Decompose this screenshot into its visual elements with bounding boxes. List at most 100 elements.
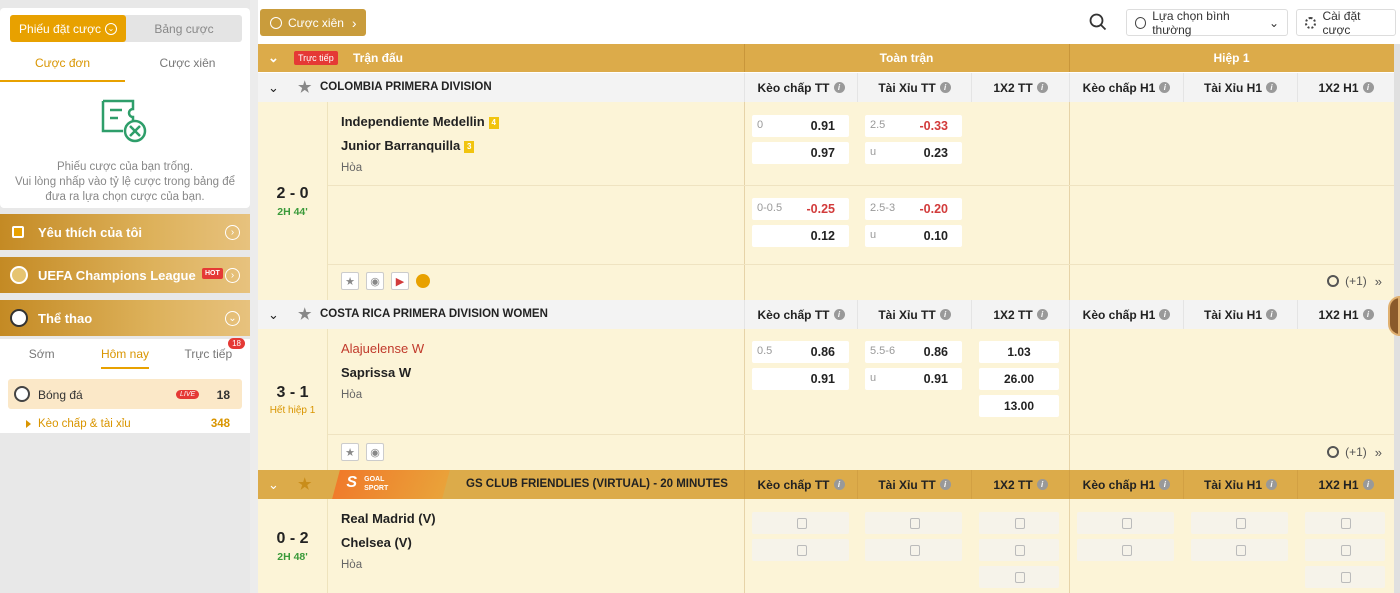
- favorite-star-icon[interactable]: ★: [341, 443, 359, 461]
- sidebar-item-sports[interactable]: Thể thao ⌄: [0, 300, 250, 336]
- home-team: Alajuelense W: [341, 341, 425, 356]
- odds-ou-under[interactable]: u 0.91: [865, 368, 962, 390]
- match-score: 0 - 2: [276, 529, 309, 547]
- chevron-down-icon: ⌄: [104, 22, 117, 35]
- more-markets-button[interactable]: (+1) »: [1327, 270, 1382, 292]
- score-cell: 2 - 0 2H 44': [258, 102, 328, 300]
- chevron-down-icon[interactable]: ⌄: [268, 307, 279, 323]
- stats-icon[interactable]: [416, 274, 430, 288]
- info-icon: i: [1159, 82, 1171, 93]
- chevron-down-icon[interactable]: ⌄: [268, 80, 279, 96]
- info-icon: i: [1266, 309, 1277, 320]
- selection-mode-select[interactable]: Lựa chọn bình thường ⌄: [1126, 9, 1288, 37]
- favorites-label: Yêu thích của tôi: [38, 224, 143, 240]
- tab-odds-board[interactable]: Bảng cược: [126, 15, 242, 42]
- empty-bet-slip-message: Phiếu cược của bạn trống. Vui lòng nhấp …: [5, 160, 245, 205]
- sport-item-football[interactable]: Bóng đá LIVE 18: [8, 379, 242, 409]
- match-row: 2 - 0 2H 44' Independiente Medellin 4 Jun…: [258, 102, 1394, 300]
- odds-ou-over[interactable]: 5.5-6 0.86: [865, 341, 962, 363]
- odds-hdp-home[interactable]: 0.5 0.86: [752, 341, 849, 363]
- score-cell: 3 - 1 Hết hiệp 1: [258, 329, 328, 470]
- locked-odds-lock-icon: [1191, 539, 1288, 561]
- bet-type-tabs: Cược đơn Cược xiên: [0, 52, 250, 82]
- info-icon: i: [939, 309, 951, 320]
- more-markets-button[interactable]: (+1) »: [1327, 441, 1382, 463]
- odds-hdp-away[interactable]: 0.91: [752, 368, 849, 390]
- ucl-trophy-icon: [10, 266, 28, 284]
- col-hdp-h1: Kèo chấp H1 i: [1069, 300, 1183, 329]
- sub-item-label: Kèo chấp & tài xỉu: [38, 418, 131, 430]
- soccer-ball-icon: [10, 309, 28, 327]
- info-icon: i: [1159, 479, 1171, 490]
- left-sidebar: Phiếu đặt cược ⌄ Bảng cược Cược đơn Cược…: [0, 0, 250, 593]
- empty-line-1: Phiếu cược của bạn trống.: [56, 161, 194, 173]
- sidebar-item-ucl[interactable]: UEFA Champions League HOT ›: [0, 257, 250, 293]
- tab-early[interactable]: Sớm: [0, 339, 83, 371]
- bet-settings-button[interactable]: Cài đặt cược: [1296, 9, 1396, 37]
- odds-hdp-home[interactable]: 0-0.5 -0.25: [752, 198, 849, 220]
- combo-bet-button[interactable]: Cược xiên ›: [260, 9, 366, 36]
- match-column-header: Trận đấu: [353, 51, 404, 65]
- odds-ou-under[interactable]: u 0.23: [865, 142, 962, 164]
- locked-odds-lock-icon: [979, 539, 1059, 561]
- locked-odds-lock-icon: [865, 512, 962, 534]
- tab-today[interactable]: Hôm nay: [83, 339, 166, 371]
- star-icon[interactable]: ★: [298, 305, 311, 323]
- sport-list: Bóng đá LIVE 18 Kèo chấp & tài xỉu 348: [0, 371, 250, 433]
- chevron-down-icon: ⌄: [1268, 15, 1279, 30]
- eye-icon[interactable]: ◉: [366, 443, 384, 461]
- odds-ou-over[interactable]: 2.5 -0.33: [865, 115, 962, 137]
- live-badge: LIVE: [176, 390, 200, 399]
- odds-1x2-away[interactable]: 26.00: [979, 368, 1059, 390]
- caret-right-icon: [26, 420, 31, 428]
- tab-combo-bet[interactable]: Cược xiên: [125, 52, 250, 82]
- match-score: 2 - 0: [276, 184, 309, 202]
- sub-item-handicap-ou[interactable]: Kèo chấp & tài xỉu 348: [8, 415, 242, 433]
- collapse-all-chevron-icon[interactable]: ⌄: [268, 50, 279, 66]
- odds-ou-under[interactable]: u 0.10: [865, 225, 962, 247]
- col-1x2-ft: 1X2 TT i: [971, 470, 1069, 499]
- league-header: ⌄ ★ COSTA RICA PRIMERA DIVISION WOMEN Kè…: [258, 300, 1394, 329]
- locked-odds-lock-icon: [1305, 566, 1385, 588]
- goal-sport-mark: S: [346, 474, 358, 491]
- away-team: Chelsea (V): [341, 535, 412, 550]
- info-icon: i: [833, 479, 845, 490]
- col-ou-h1: Tài Xỉu H1 i: [1183, 470, 1297, 499]
- live-stream-icon[interactable]: ▶: [391, 272, 409, 290]
- odds-ou-over[interactable]: 2.5-3 -0.20: [865, 198, 962, 220]
- info-icon: i: [1036, 309, 1048, 320]
- live-tag: Trực tiếp: [294, 51, 338, 65]
- tab-single-bet[interactable]: Cược đơn: [0, 52, 125, 82]
- odds-hdp-away[interactable]: 0.97: [752, 142, 849, 164]
- odds-1x2-draw[interactable]: 13.00: [979, 395, 1059, 417]
- info-icon: i: [1266, 82, 1277, 93]
- double-chevron-right-icon: »: [1374, 444, 1382, 460]
- odds-hdp-away[interactable]: 0.12: [752, 225, 849, 247]
- sidebar-item-favorites[interactable]: Yêu thích của tôi ›: [0, 214, 250, 250]
- star-icon[interactable]: ★: [298, 475, 311, 493]
- odds-hdp-home[interactable]: 0 0.91: [752, 115, 849, 137]
- col-hdp-ft: Kèo chấp TT i: [744, 73, 857, 102]
- locked-odds-lock-icon: [1191, 512, 1288, 534]
- col-1x2-h1: 1X2 H1 i: [1297, 73, 1394, 102]
- double-chevron-right-icon: »: [1374, 273, 1382, 289]
- sports-label: Thể thao: [38, 310, 93, 326]
- floating-widget[interactable]: [1388, 296, 1400, 336]
- away-team: Saprissa W: [341, 365, 412, 380]
- odds-1x2-home[interactable]: 1.03: [979, 341, 1059, 363]
- favorite-star-icon[interactable]: ★: [341, 272, 359, 290]
- star-icon[interactable]: ★: [298, 78, 311, 96]
- goal-sport-logo: GOAL SPORT S: [332, 470, 450, 499]
- match-time: Hết hiệp 1: [269, 404, 316, 416]
- col-ou-ft: Tài Xỉu TT i: [857, 470, 971, 499]
- match-row: 0 - 2 2H 48' Real Madrid (V) Chelsea (V)…: [258, 499, 1394, 593]
- tab-live[interactable]: Trực tiếp 18: [167, 338, 250, 371]
- search-icon[interactable]: [1089, 13, 1107, 31]
- eye-icon[interactable]: ◉: [366, 272, 384, 290]
- tab-bet-slip[interactable]: Phiếu đặt cược ⌄: [10, 15, 126, 42]
- chevron-down-icon[interactable]: ⌄: [268, 477, 279, 493]
- info-icon: i: [1036, 479, 1048, 490]
- info-icon: i: [939, 82, 951, 93]
- hot-badge: HOT: [202, 268, 223, 279]
- info-icon: i: [833, 309, 845, 320]
